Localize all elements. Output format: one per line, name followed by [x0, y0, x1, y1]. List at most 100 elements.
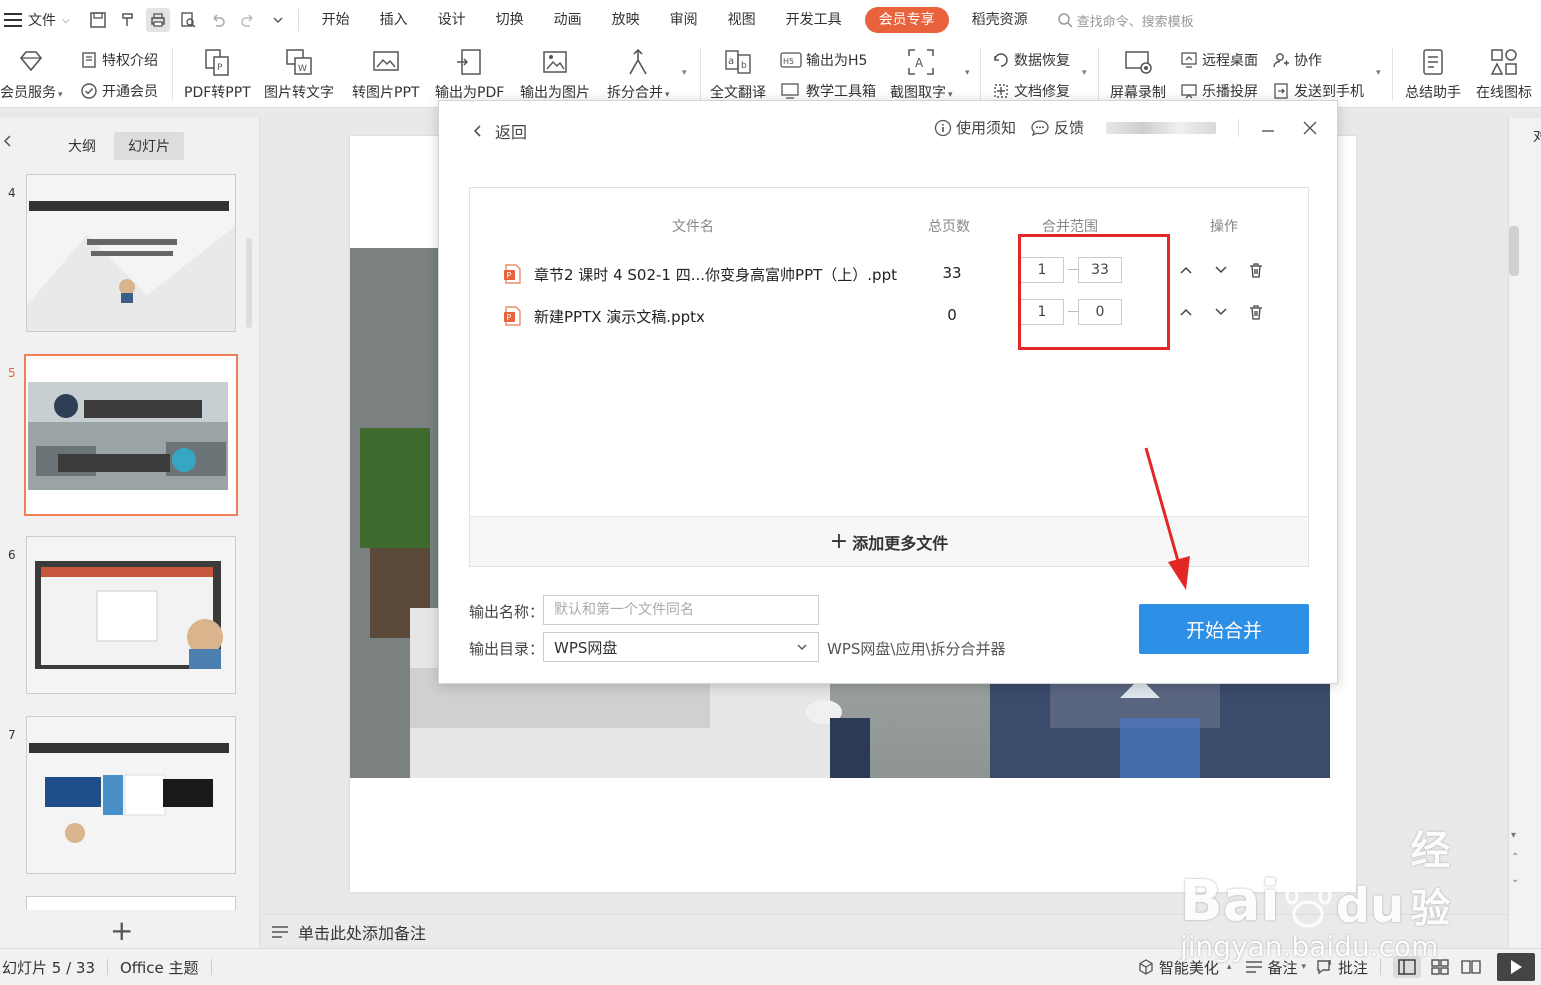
- to-image-ppt-button[interactable]: 转图片PPT: [352, 40, 419, 102]
- delete-icon[interactable]: [1246, 302, 1266, 322]
- lebo-cast-button[interactable]: 乐播投屏: [1180, 81, 1258, 101]
- close-icon[interactable]: [1303, 121, 1317, 135]
- print-preview-icon[interactable]: [176, 8, 200, 32]
- move-down-icon[interactable]: [1211, 302, 1231, 322]
- move-up-icon[interactable]: [1176, 260, 1196, 280]
- watermark-brand-suffix: du: [1335, 878, 1405, 934]
- export-h5-button[interactable]: H5 输出为H5: [780, 50, 867, 70]
- next-slide-icon[interactable]: ⌄: [1511, 874, 1519, 885]
- slide-thumbnail[interactable]: [26, 174, 236, 332]
- tab-developer[interactable]: 开发工具: [771, 0, 857, 40]
- notes-placeholder: 单击此处添加备注: [298, 923, 427, 943]
- tab-slides[interactable]: 幻灯片: [114, 132, 184, 160]
- privilege-intro-button[interactable]: 特权介绍: [80, 50, 158, 70]
- slide-thumbnail[interactable]: [26, 716, 236, 874]
- export-image-button[interactable]: 输出为图片: [520, 40, 590, 102]
- move-down-icon[interactable]: [1211, 260, 1231, 280]
- slide-thumbnail-art: [27, 537, 235, 693]
- print-icon[interactable]: [145, 8, 170, 32]
- export-pdf-icon: [456, 49, 481, 75]
- save-icon[interactable]: [86, 8, 110, 32]
- tab-view[interactable]: 视图: [713, 0, 771, 40]
- online-icons-button[interactable]: 在线图标: [1476, 40, 1532, 102]
- prev-slide-icon[interactable]: ⌃: [1511, 852, 1519, 863]
- export-pdf-button[interactable]: 输出为PDF: [435, 40, 504, 102]
- add-slide-icon[interactable]: +: [110, 914, 133, 947]
- split-merge-button[interactable]: 拆分合并 ▾: [607, 40, 670, 102]
- screenshot-ocr-button[interactable]: A 截图取字 ▾: [890, 40, 953, 102]
- feedback-button[interactable]: 反馈: [1030, 117, 1084, 138]
- expand-arrow-icon[interactable]: ▾: [682, 68, 687, 78]
- screen-record-button[interactable]: 屏幕录制: [1110, 40, 1166, 102]
- command-search[interactable]: 查找命令、搜索模板: [1057, 11, 1194, 30]
- member-service-button[interactable]: 会员服务 ▾: [0, 40, 63, 102]
- pdf-to-ppt-button[interactable]: P PDF转PPT: [184, 40, 251, 102]
- slide-thumbnail[interactable]: [26, 896, 236, 910]
- slide-panel: 大纲 幻灯片 4 5 6 7 +: [0, 118, 260, 948]
- cube-icon: [1139, 959, 1153, 975]
- feedback-label: 反馈: [1053, 119, 1084, 137]
- to-image-ppt-label: 转图片PPT: [352, 85, 420, 101]
- tab-outline[interactable]: 大纲: [54, 132, 110, 160]
- tab-home[interactable]: 开始: [307, 0, 365, 40]
- pdf-to-ppt-icon: P: [205, 49, 230, 76]
- slide-thumbnail-art: [27, 717, 235, 873]
- full-translate-button[interactable]: ab 全文翻译: [710, 40, 766, 102]
- chevron-down-icon: [797, 644, 807, 650]
- theme-name[interactable]: Office 主题: [120, 957, 199, 978]
- format-painter-icon[interactable]: [116, 8, 140, 32]
- divider: [297, 9, 299, 31]
- teaching-tools-button[interactable]: 教学工具箱: [780, 81, 876, 101]
- collaborate-button[interactable]: 协作: [1272, 50, 1322, 70]
- doc-repair-button[interactable]: 文档修复: [992, 81, 1070, 101]
- tab-animation[interactable]: 动画: [539, 0, 597, 40]
- undo-icon[interactable]: [206, 8, 230, 32]
- slide-indicator: 幻灯片 5 / 33: [2, 958, 95, 977]
- move-up-icon[interactable]: [1176, 302, 1196, 322]
- output-name-input[interactable]: [543, 595, 819, 625]
- image-to-text-button[interactable]: W 图片转文字: [264, 40, 334, 102]
- screen-record-label: 屏幕录制: [1110, 85, 1166, 101]
- open-member-button[interactable]: 开通会员: [80, 81, 158, 101]
- expand-arrow-icon[interactable]: ▾: [1082, 68, 1087, 78]
- chat-bubble-icon: [1031, 119, 1049, 136]
- file-menu[interactable]: 文件 ⌵: [0, 0, 76, 40]
- tab-review[interactable]: 审阅: [655, 0, 713, 40]
- summary-assistant-button[interactable]: 总结助手: [1405, 40, 1461, 102]
- tab-design[interactable]: 设计: [423, 0, 481, 40]
- file-row: P 章节2 课时 4 S02-1 四...你变身高富帅PPT（上）.ppt 33…: [470, 254, 1308, 294]
- minimize-icon[interactable]: [1261, 121, 1275, 135]
- collapse-panel-icon[interactable]: [2, 134, 12, 152]
- expand-arrow-icon[interactable]: ▾: [1376, 68, 1381, 78]
- usage-notes-button[interactable]: 使用须知: [934, 117, 1016, 138]
- customize-toolbar-icon[interactable]: [266, 8, 290, 32]
- scrollbar[interactable]: [1509, 226, 1519, 276]
- scroll-down-icon[interactable]: ▾: [1511, 830, 1516, 841]
- back-button[interactable]: 返回: [471, 119, 527, 143]
- slide-thumbnail-selected[interactable]: [24, 354, 238, 516]
- summary-assistant-label: 总结助手: [1405, 85, 1461, 101]
- panel-scrollbar[interactable]: [246, 238, 252, 328]
- tab-transition[interactable]: 切换: [481, 0, 539, 40]
- tab-slideshow[interactable]: 放映: [597, 0, 655, 40]
- send-to-phone-button[interactable]: 发送到手机: [1272, 81, 1364, 101]
- svg-text:H5: H5: [783, 57, 794, 66]
- h5-icon: H5: [780, 52, 802, 68]
- play-icon: [1511, 960, 1522, 974]
- right-sidebar: 对 ▾ ⌃ ⌄: [1508, 118, 1541, 948]
- play-slideshow-button[interactable]: [1497, 953, 1535, 981]
- svg-text:a: a: [728, 56, 734, 67]
- tab-vip[interactable]: 会员专享: [864, 7, 949, 33]
- output-dir-select[interactable]: WPS网盘: [543, 632, 819, 662]
- remote-desktop-button[interactable]: 远程桌面: [1180, 50, 1258, 70]
- header-total-pages: 总页数: [928, 219, 970, 235]
- expand-arrow-icon[interactable]: ▾: [965, 68, 970, 78]
- slide-thumbnail[interactable]: [26, 536, 236, 694]
- delete-icon[interactable]: [1246, 260, 1266, 280]
- output-dir-path: WPS网盘\应用\拆分合并器: [827, 640, 1006, 658]
- tab-insert[interactable]: 插入: [365, 0, 423, 40]
- start-merge-button[interactable]: 开始合并: [1139, 604, 1309, 654]
- redo-icon[interactable]: [236, 8, 260, 32]
- data-recovery-button[interactable]: 数据恢复: [992, 50, 1070, 70]
- tab-resources[interactable]: 稻壳资源: [957, 0, 1043, 40]
